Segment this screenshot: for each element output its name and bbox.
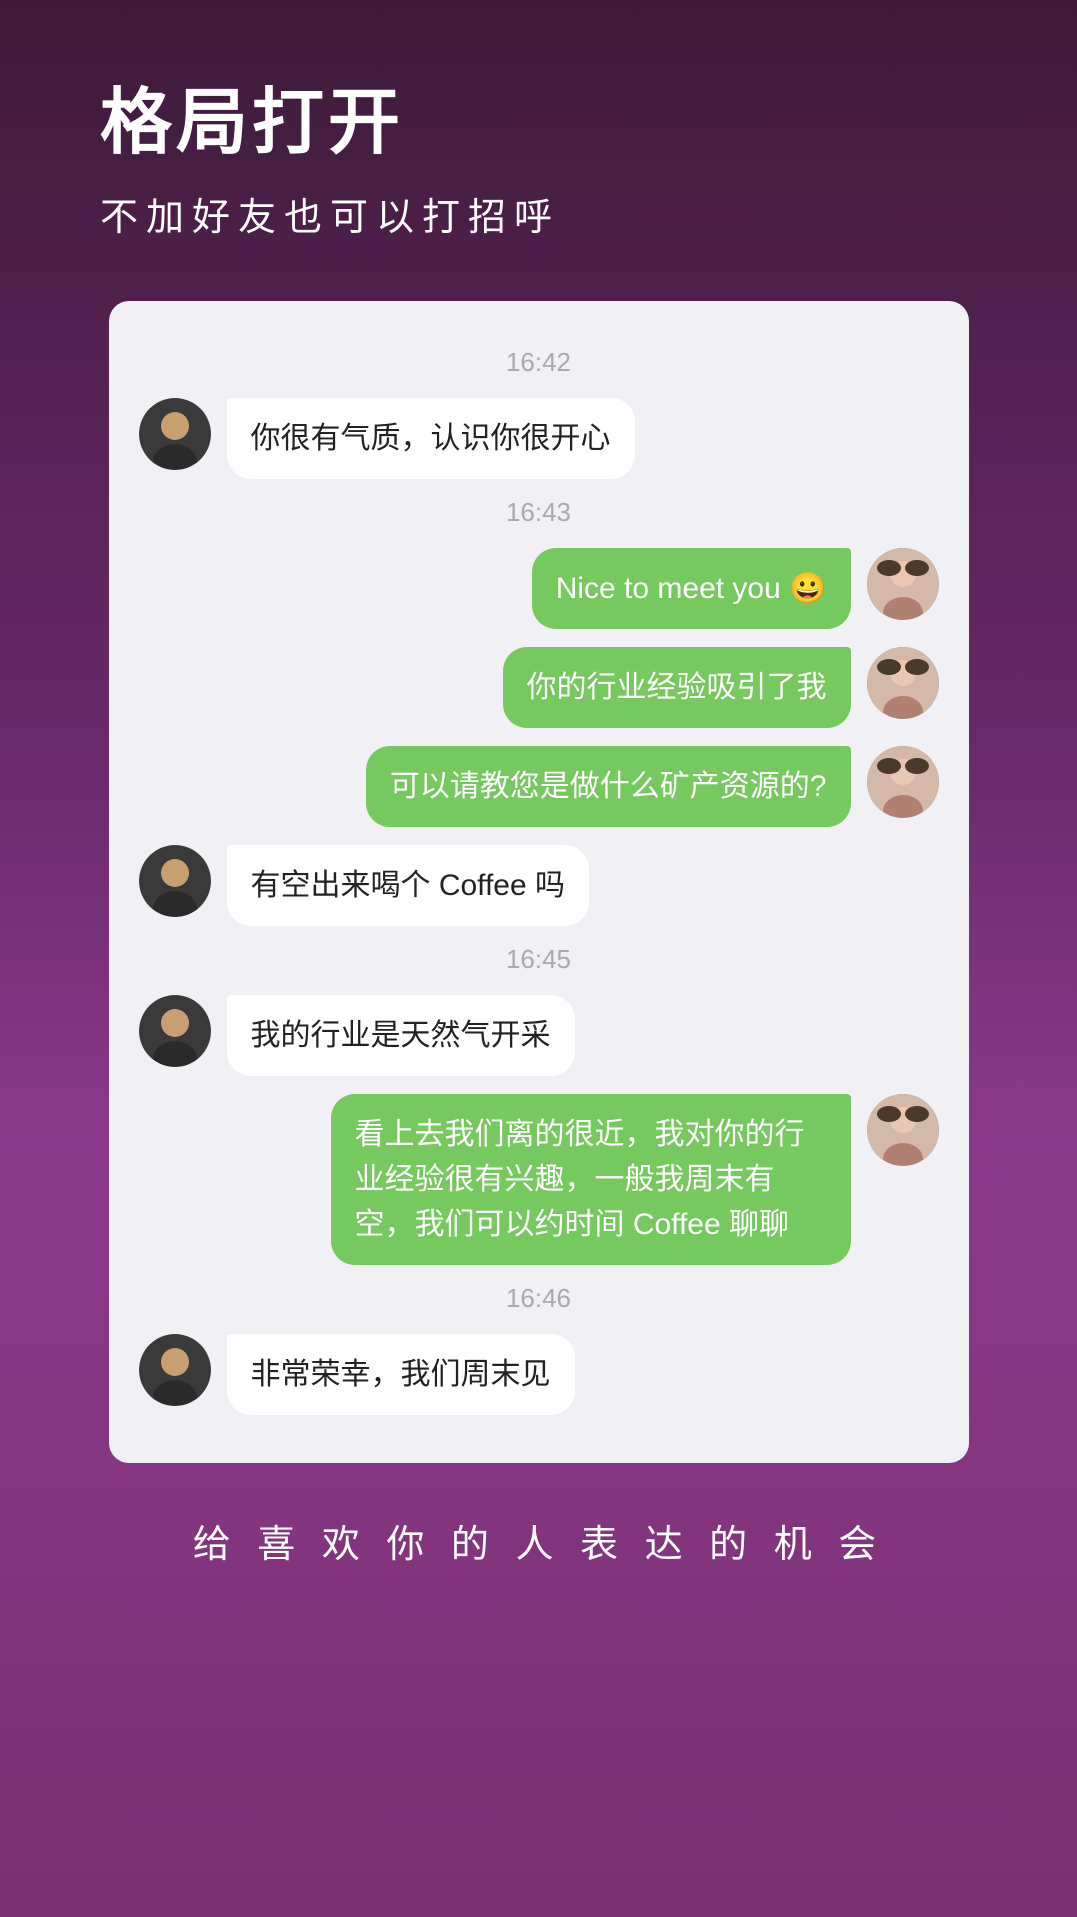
avatar — [139, 1334, 211, 1406]
message-bubble: 有空出来喝个 Coffee 吗 — [227, 845, 590, 926]
message-row: Nice to meet you 😀 — [139, 548, 939, 629]
avatar — [139, 845, 211, 917]
message-bubble: 你很有气质，认识你很开心 — [227, 398, 635, 479]
headline: 格局打开 — [100, 80, 977, 166]
message-row: 可以请教您是做什么矿产资源的? — [139, 746, 939, 827]
top-section: 格局打开 不加好友也可以打招呼 — [0, 0, 1077, 281]
message-bubble: 我的行业是天然气开采 — [227, 995, 575, 1076]
message-bubble: 看上去我们离的很近，我对你的行业经验很有兴趣，一般我周末有空，我们可以约时间 C… — [331, 1094, 851, 1265]
subheadline: 不加好友也可以打招呼 — [100, 186, 977, 241]
message-row: 你的行业经验吸引了我 — [139, 647, 939, 728]
timestamp: 16:42 — [139, 347, 939, 378]
message-row: 有空出来喝个 Coffee 吗 — [139, 845, 939, 926]
message-row: 非常荣幸，我们周末见 — [139, 1334, 939, 1415]
avatar — [867, 647, 939, 719]
message-bubble: 可以请教您是做什么矿产资源的? — [366, 746, 851, 827]
message-bubble: Nice to meet you 😀 — [532, 548, 851, 629]
avatar — [139, 398, 211, 470]
chat-container: 16:42 你很有气质，认识你很开心 16:43 Nice to meet you… — [109, 301, 969, 1463]
timestamp: 16:46 — [139, 1283, 939, 1314]
avatar — [867, 746, 939, 818]
avatar — [867, 1094, 939, 1166]
message-row: 看上去我们离的很近，我对你的行业经验很有兴趣，一般我周末有空，我们可以约时间 C… — [139, 1094, 939, 1265]
message-bubble: 非常荣幸，我们周末见 — [227, 1334, 575, 1415]
message-row: 我的行业是天然气开采 — [139, 995, 939, 1076]
message-row: 你很有气质，认识你很开心 — [139, 398, 939, 479]
timestamp: 16:43 — [139, 497, 939, 528]
avatar — [867, 548, 939, 620]
avatar — [139, 995, 211, 1067]
timestamp: 16:45 — [139, 944, 939, 975]
footer-text: 给 喜 欢 你 的 人 表 达 的 机 会 — [193, 1513, 885, 1628]
message-bubble: 你的行业经验吸引了我 — [503, 647, 851, 728]
